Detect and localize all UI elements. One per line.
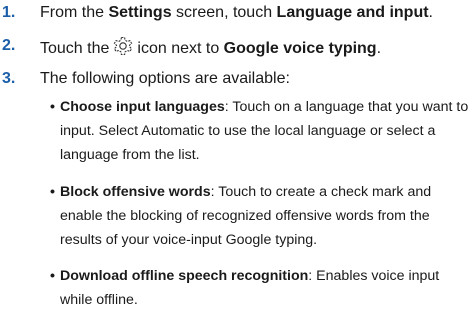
step-number: 3. — [2, 70, 16, 87]
gear-icon — [112, 35, 134, 64]
step-number: 2. — [2, 37, 16, 54]
step-text: Touch the icon next to Google voice typin… — [40, 35, 381, 64]
settings-term: Settings — [108, 4, 172, 21]
manual-page: 1. From the Settings screen, touch Langu… — [0, 0, 473, 328]
step-text: From the Settings screen, touch Language… — [40, 4, 433, 21]
option-title: Block offensive words — [60, 184, 211, 200]
language-and-input-term: Language and input — [276, 4, 429, 21]
bullet-dot: • — [50, 99, 55, 115]
google-voice-typing-term: Google voice typing — [223, 40, 377, 57]
bullet-dot: • — [50, 184, 55, 200]
option-choose-input-languages: • Choose input languages: Touch on a lan… — [50, 95, 470, 167]
option-block-offensive-words: • Block offensive words: Touch to create… — [50, 180, 470, 252]
bullet-dot: • — [50, 268, 55, 284]
option-title: Choose input languages — [60, 99, 225, 115]
step-text: The following options are available: — [40, 70, 290, 87]
option-download-offline-speech: • Download offline speech recognition: E… — [50, 264, 470, 312]
option-title: Download offline speech recognition — [60, 268, 309, 284]
step-number: 1. — [2, 4, 16, 21]
